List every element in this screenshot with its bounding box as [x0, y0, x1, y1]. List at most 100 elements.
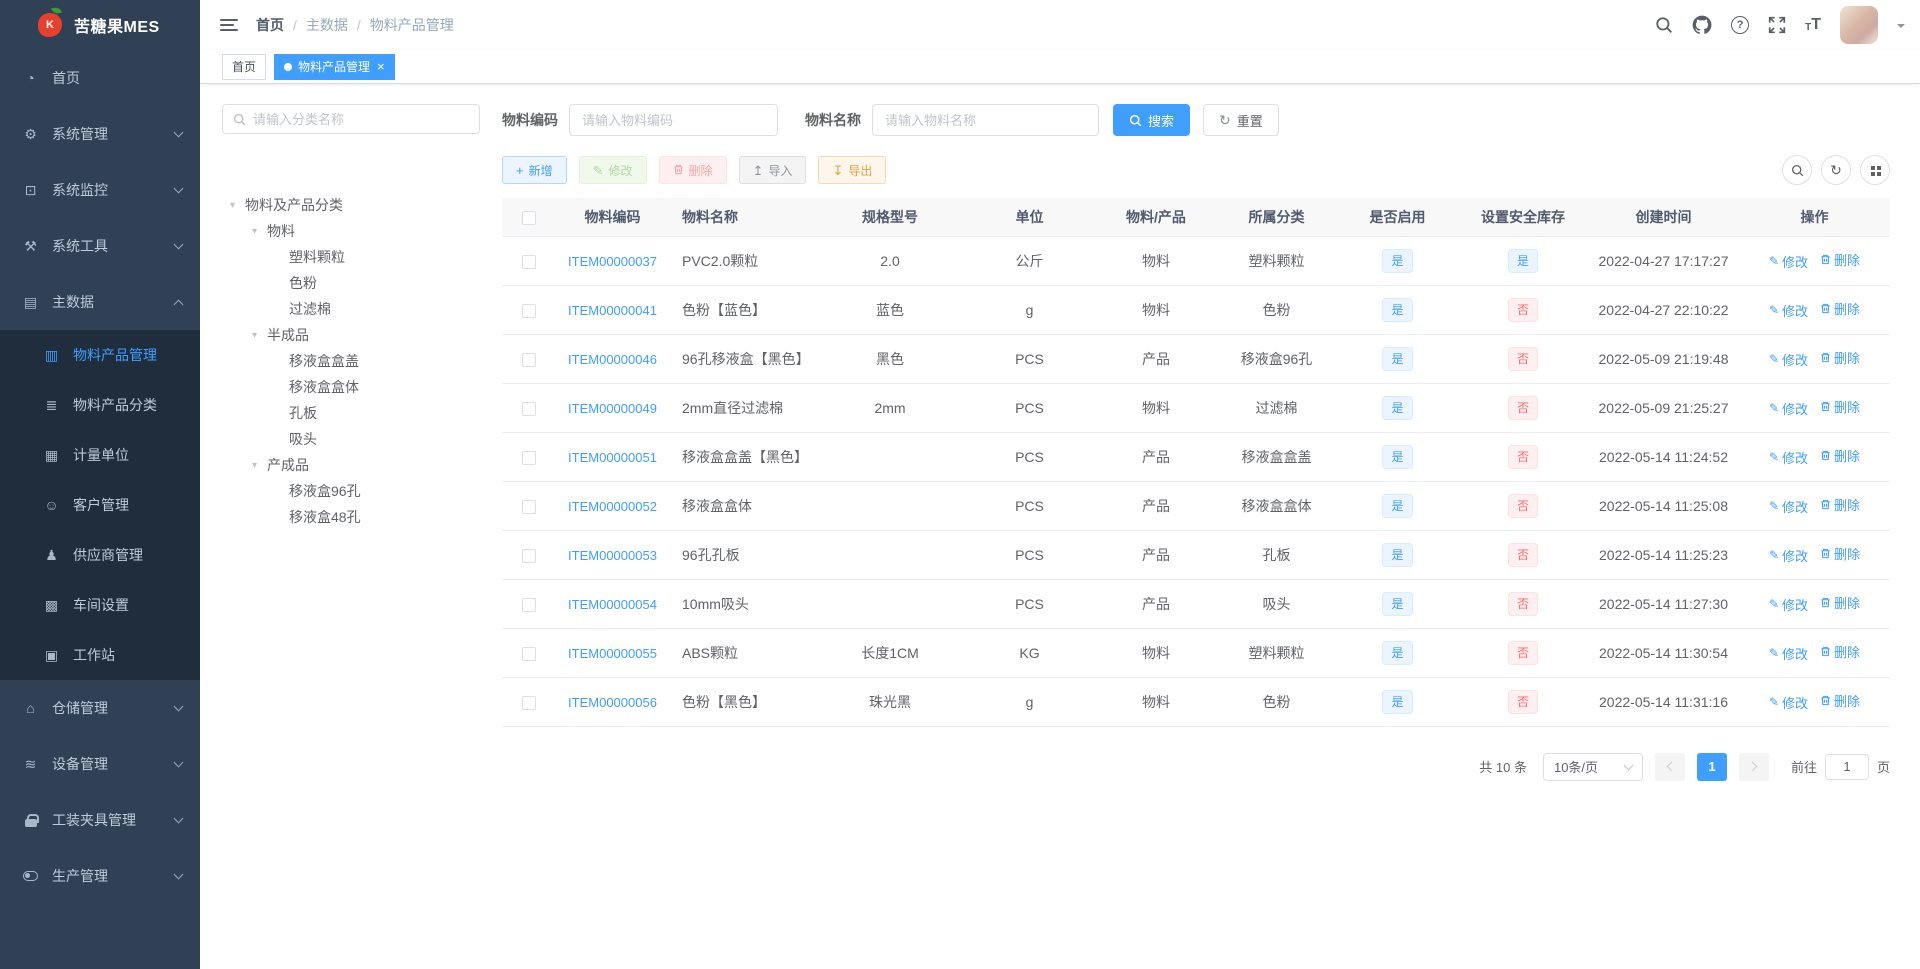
sidebar-item-equipment-manage[interactable]: ≋ 设备管理: [0, 736, 200, 792]
row-checkbox[interactable]: [521, 597, 536, 612]
columns-button[interactable]: [1860, 155, 1890, 185]
row-delete-link[interactable]: 删除: [1820, 642, 1860, 661]
row-edit-link[interactable]: ✎ 修改: [1769, 301, 1808, 320]
sidebar-item-system-tools[interactable]: ⚒ 系统工具: [0, 218, 200, 274]
row-delete-link[interactable]: 删除: [1820, 446, 1860, 465]
tree-node[interactable]: 移液盒48孔: [222, 504, 480, 530]
material-code-link[interactable]: ITEM00000055: [568, 646, 657, 661]
sidebar-item-supplier-manage[interactable]: ♟ 供应商管理: [0, 530, 200, 580]
row-checkbox[interactable]: [521, 646, 536, 661]
row-checkbox[interactable]: [521, 548, 536, 563]
tree-node[interactable]: 色粉: [222, 270, 480, 296]
material-code-link[interactable]: ITEM00000041: [568, 303, 657, 318]
tree-node[interactable]: ▾ 物料及产品分类: [222, 192, 480, 218]
material-code-link[interactable]: ITEM00000053: [568, 548, 657, 563]
sidebar-item-master-data[interactable]: ▤ 主数据: [0, 274, 200, 330]
tree-node[interactable]: ▾ 物料: [222, 218, 480, 244]
material-code-link[interactable]: ITEM00000046: [568, 352, 657, 367]
row-checkbox[interactable]: [521, 450, 536, 465]
category-search-input[interactable]: [253, 111, 469, 127]
row-delete-link[interactable]: 删除: [1820, 250, 1860, 269]
tree-node[interactable]: 移液盒盒盖: [222, 348, 480, 374]
row-edit-link[interactable]: ✎ 修改: [1769, 350, 1808, 369]
row-edit-link[interactable]: ✎ 修改: [1769, 497, 1808, 516]
search-button[interactable]: 搜索: [1113, 104, 1191, 136]
sidebar-item-customer-manage[interactable]: ☺ 客户管理: [0, 480, 200, 530]
sidebar-item-material-product-manage[interactable]: ▥ 物料产品管理: [0, 330, 200, 380]
row-edit-link[interactable]: ✎ 修改: [1769, 399, 1808, 418]
breadcrumb-home[interactable]: 首页: [256, 15, 284, 35]
row-delete-link[interactable]: 删除: [1820, 691, 1860, 710]
page-size-select[interactable]: 10条/页: [1542, 752, 1643, 781]
row-checkbox[interactable]: [521, 254, 536, 269]
sidebar-item-material-product-category[interactable]: ≣ 物料产品分类: [0, 380, 200, 430]
row-checkbox[interactable]: [521, 695, 536, 710]
add-button[interactable]: + 新增: [502, 156, 567, 184]
tree-node[interactable]: ▾ 产成品: [222, 452, 480, 478]
row-edit-link[interactable]: ✎ 修改: [1769, 546, 1808, 565]
import-button[interactable]: ↥ 导入: [738, 156, 807, 184]
row-edit-link[interactable]: ✎ 修改: [1769, 595, 1808, 614]
row-edit-link[interactable]: ✎ 修改: [1769, 644, 1808, 663]
tab-material-product-manage[interactable]: 物料产品管理 ×: [274, 53, 395, 80]
delete-button[interactable]: 删除: [658, 156, 727, 184]
sidebar-item-dashboard[interactable]: ◔ 首页: [0, 50, 200, 106]
sidebar-item-fixture-manage[interactable]: 工装夹具管理: [0, 792, 200, 848]
row-delete-link[interactable]: 删除: [1820, 348, 1860, 367]
sidebar-item-production-manage[interactable]: 生产管理: [0, 848, 200, 904]
tree-node[interactable]: 移液盒盒体: [222, 374, 480, 400]
close-icon[interactable]: ×: [377, 60, 385, 73]
search-icon[interactable]: [1655, 16, 1673, 34]
tree-node[interactable]: 移液盒96孔: [222, 478, 480, 504]
next-page-button[interactable]: [1738, 752, 1769, 781]
tree-node[interactable]: 吸头: [222, 426, 480, 452]
prev-page-button[interactable]: [1654, 752, 1685, 781]
select-all-checkbox[interactable]: [521, 210, 536, 225]
refresh-button[interactable]: ↻: [1821, 155, 1851, 185]
goto-page-input[interactable]: [1824, 753, 1869, 780]
material-code-input[interactable]: [569, 104, 778, 136]
row-checkbox[interactable]: [521, 499, 536, 514]
show-search-button[interactable]: [1782, 155, 1812, 185]
row-checkbox[interactable]: [521, 401, 536, 416]
material-code-link[interactable]: ITEM00000052: [568, 499, 657, 514]
tree-node[interactable]: 塑料颗粒: [222, 244, 480, 270]
github-icon[interactable]: [1692, 15, 1712, 35]
row-delete-link[interactable]: 删除: [1820, 397, 1860, 416]
tab-home[interactable]: 首页: [222, 53, 267, 80]
reset-button[interactable]: ↻ 重置: [1203, 104, 1279, 136]
sidebar-item-workshop-settings[interactable]: ▩ 车间设置: [0, 580, 200, 630]
tree-node[interactable]: 过滤棉: [222, 296, 480, 322]
sidebar-item-workstation[interactable]: ▣ 工作站: [0, 630, 200, 680]
row-edit-link[interactable]: ✎ 修改: [1769, 448, 1808, 467]
material-code-link[interactable]: ITEM00000037: [568, 254, 657, 269]
row-delete-link[interactable]: 删除: [1820, 299, 1860, 318]
material-code-link[interactable]: ITEM00000054: [568, 597, 657, 612]
fullscreen-icon[interactable]: [1768, 16, 1786, 34]
export-button[interactable]: ↧ 导出: [818, 156, 887, 184]
row-delete-link[interactable]: 删除: [1820, 593, 1860, 612]
tree-node[interactable]: ▾ 半成品: [222, 322, 480, 348]
chevron-down-icon[interactable]: [1897, 24, 1905, 32]
material-code-link[interactable]: ITEM00000056: [568, 695, 657, 710]
edit-button[interactable]: ✎ 修改: [578, 156, 647, 184]
row-delete-link[interactable]: 删除: [1820, 544, 1860, 563]
sidebar-item-system-settings[interactable]: ⚙ 系统管理: [0, 106, 200, 162]
row-delete-link[interactable]: 删除: [1820, 495, 1860, 514]
row-checkbox[interactable]: [521, 303, 536, 318]
breadcrumb-master-data[interactable]: 主数据: [306, 15, 348, 35]
tree-node[interactable]: 孔板: [222, 400, 480, 426]
sidebar-item-warehouse-manage[interactable]: ⌂ 仓储管理: [0, 680, 200, 736]
row-edit-link[interactable]: ✎ 修改: [1769, 252, 1808, 271]
font-size-icon[interactable]: TT: [1805, 17, 1821, 33]
help-icon[interactable]: ?: [1731, 16, 1750, 34]
avatar[interactable]: [1840, 6, 1878, 44]
sidebar-item-measure-unit[interactable]: ▦ 计量单位: [0, 430, 200, 480]
sidebar-item-system-monitor[interactable]: ⊡ 系统监控: [0, 162, 200, 218]
row-edit-link[interactable]: ✎ 修改: [1769, 693, 1808, 712]
hamburger-icon[interactable]: [220, 19, 238, 31]
material-code-link[interactable]: ITEM00000049: [568, 401, 657, 416]
page-number-1[interactable]: 1: [1696, 752, 1727, 781]
material-name-input[interactable]: [872, 104, 1099, 136]
material-code-link[interactable]: ITEM00000051: [568, 450, 657, 465]
